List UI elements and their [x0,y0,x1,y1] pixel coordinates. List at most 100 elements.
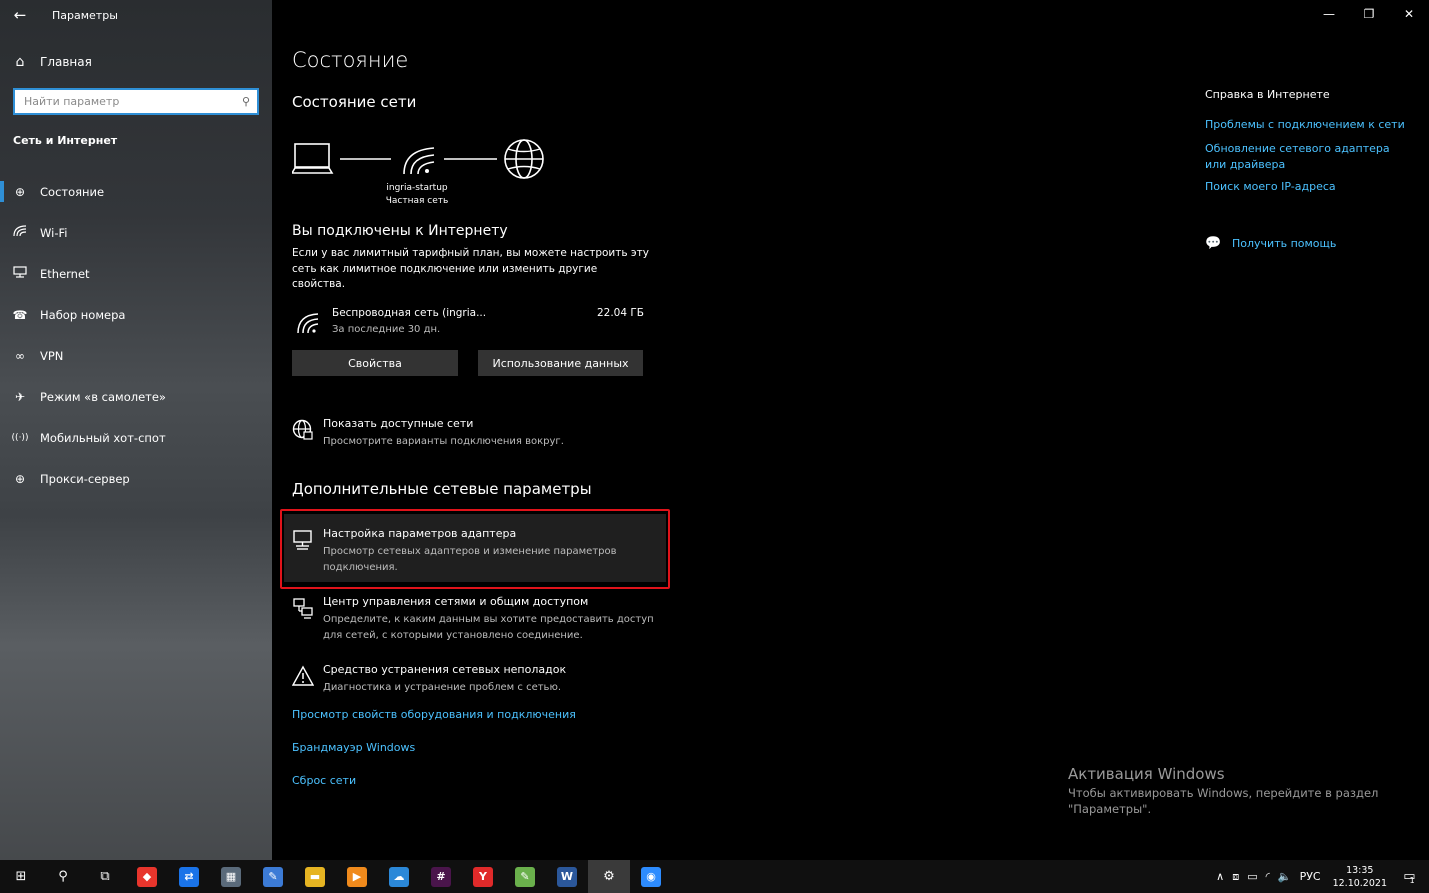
sidebar-item-dialup[interactable]: ☎ Набор номера [0,294,272,335]
windows-start-icon[interactable]: ⊞ [0,860,42,893]
anydesk-icon[interactable]: ◆ [126,860,168,893]
zoom-icon[interactable]: ◉ [630,860,672,893]
sidebar-item-vpn[interactable]: ∞ VPN [0,335,272,376]
hotspot-icon: ((·)) [11,432,29,443]
taskbar-app-glyph: ☁ [389,866,409,887]
sidebar-item-label: Состояние [40,184,105,199]
maximize-icon[interactable]: ❐ [1349,0,1389,28]
sidebar-item-wifi[interactable]: Wi-Fi [0,212,272,253]
network-center-title: Центр управления сетями и общим доступом [323,595,589,608]
taskbar-app-glyph: ▬ [305,866,325,887]
sidebar-item-label: Прокси-сервер [40,471,130,486]
media-player-icon[interactable]: ▶ [336,860,378,893]
connected-description: Если у вас лимитный тарифный план, вы мо… [292,247,649,290]
sidebar: ← Параметры ⌂ Главная ⚲ Сеть и Интернет … [0,0,272,860]
volume-icon[interactable]: 🔈 [1278,870,1292,883]
show-networks-option[interactable]: Показать доступные сети Просмотрите вари… [292,417,672,451]
main-content: Состояние Состояние сети ingria-startup … [280,0,1092,860]
taskbar-app-glyph: # [431,866,451,887]
network-status-heading: Состояние сети [292,93,417,111]
wifi-icon [0,225,40,240]
dialup-icon: ☎ [12,307,28,322]
taskbar-app-glyph: ▶ [347,866,367,887]
warning-triangle-icon [292,665,314,686]
taskbar-app-glyph: ✎ [515,866,535,887]
adapter-period: За последние 30 дн. [332,324,441,335]
network-center-option[interactable]: Центр управления сетями и общим доступом… [292,595,672,645]
sidebar-item-label: VPN [40,348,64,363]
sidebar-item-status[interactable]: ⊕ Состояние [0,171,272,212]
notifications-icon[interactable]: ▭ 1 [1395,860,1429,893]
wireless-adapter-icon [297,313,319,334]
notepad-plus-icon[interactable]: ✎ [504,860,546,893]
file-explorer-icon[interactable]: ▬ [294,860,336,893]
search-box[interactable]: ⚲ [13,88,259,115]
sidebar-item-proxy[interactable]: ⊕ Прокси-сервер [0,458,272,499]
taskbar-app-glyph: ◆ [137,866,157,887]
sidebar-item-hotspot[interactable]: ((·)) Мобильный хот-спот [0,417,272,458]
wifi-tray-icon[interactable]: ◜ [1266,870,1270,883]
adapter-settings-description: Просмотр сетевых адаптеров и изменение п… [323,546,617,573]
taskbar-app-glyph: W [557,866,577,887]
taskbar-app-glyph: ◉ [641,866,661,887]
sidebar-nav: ⊕ Состояние Wi-Fi Ethernet ☎ Набор номер… [0,171,272,499]
properties-button[interactable]: Свойства [292,350,458,376]
help-link-connection-problems[interactable]: Проблемы с подключением к сети [1205,117,1410,133]
network-center-description: Определите, к каким данным вы хотите пре… [323,614,654,641]
minimize-icon[interactable]: — [1309,0,1349,28]
settings-gear-icon[interactable]: ⚙ [588,860,630,893]
status-globe-icon: ⊕ [14,184,26,199]
taskbar-app-glyph: ✎ [263,866,283,887]
sidebar-item-airplane[interactable]: ✈ Режим «в самолете» [0,376,272,417]
search-input[interactable] [15,90,235,113]
help-link-find-ip[interactable]: Поиск моего IP-адреса [1205,179,1410,195]
task-view-icon[interactable]: ⧉ [84,860,126,893]
search-icon[interactable]: ⚲ [235,95,257,108]
tray-app-icon[interactable]: ⧈ [1232,870,1239,884]
network-center-icon [293,598,313,619]
airplane-icon: ✈ [14,389,26,404]
network-type: Частная сеть [385,196,449,206]
onedrive-icon[interactable]: ☁ [378,860,420,893]
close-icon[interactable]: ✕ [1389,0,1429,28]
vpn-icon: ∞ [15,348,25,363]
internet-globe-icon [504,139,544,179]
hardware-properties-link[interactable]: Просмотр свойств оборудования и подключе… [292,708,576,721]
taskbar-app-glyph: Y [473,866,493,887]
taskbar-app-glyph: ⧉ [100,869,110,884]
troubleshoot-description: Диагностика и устранение проблем с сетью… [323,682,562,693]
search-icon[interactable]: ⚲ [42,860,84,893]
data-usage-button[interactable]: Использование данных [478,350,643,376]
help-link-update-adapter[interactable]: Обновление сетевого адаптера или драйвер… [1205,141,1410,172]
laptop-icon [292,143,334,174]
paint-icon[interactable]: ✎ [252,860,294,893]
get-help-button[interactable]: 💬 Получить помощь [1205,236,1336,251]
help-title: Справка в Интернете [1205,88,1330,101]
ethernet-icon [0,266,40,281]
taskbar-app-glyph: ⚲ [58,869,68,884]
teamviewer-icon[interactable]: ⇄ [168,860,210,893]
clock[interactable]: 13:35 12.10.2021 [1333,864,1387,890]
activation-title: Активация Windows [1068,765,1225,783]
clock-date: 12.10.2021 [1332,877,1387,889]
troubleshoot-option[interactable]: Средство устранения сетевых неполадок Ди… [292,663,672,697]
slack-icon[interactable]: # [420,860,462,893]
network-reset-link[interactable]: Сброс сети [292,774,356,787]
firewall-link[interactable]: Брандмауэр Windows [292,741,415,754]
yandex-browser-icon[interactable]: Y [462,860,504,893]
adapter-settings-title: Настройка параметров адаптера [323,527,517,540]
home-icon: ⌂ [15,54,25,70]
calculator-icon[interactable]: ▦ [210,860,252,893]
battery-icon[interactable]: ▭ [1247,870,1257,883]
language-indicator[interactable]: РУС [1300,870,1321,883]
sidebar-item-label: Мобильный хот-спот [40,430,166,445]
adapter-settings-option[interactable]: Настройка параметров адаптера Просмотр с… [292,527,672,577]
taskbar-app-glyph: ⚙ [603,869,615,884]
back-arrow-icon[interactable]: ← [0,0,40,30]
tray-expand-icon[interactable]: ∧ [1216,870,1224,883]
sidebar-home[interactable]: ⌂ Главная [0,50,272,74]
sidebar-item-ethernet[interactable]: Ethernet [0,253,272,294]
word-icon[interactable]: W [546,860,588,893]
globe-network-icon [292,419,313,440]
chat-help-icon: 💬 [1205,236,1222,251]
